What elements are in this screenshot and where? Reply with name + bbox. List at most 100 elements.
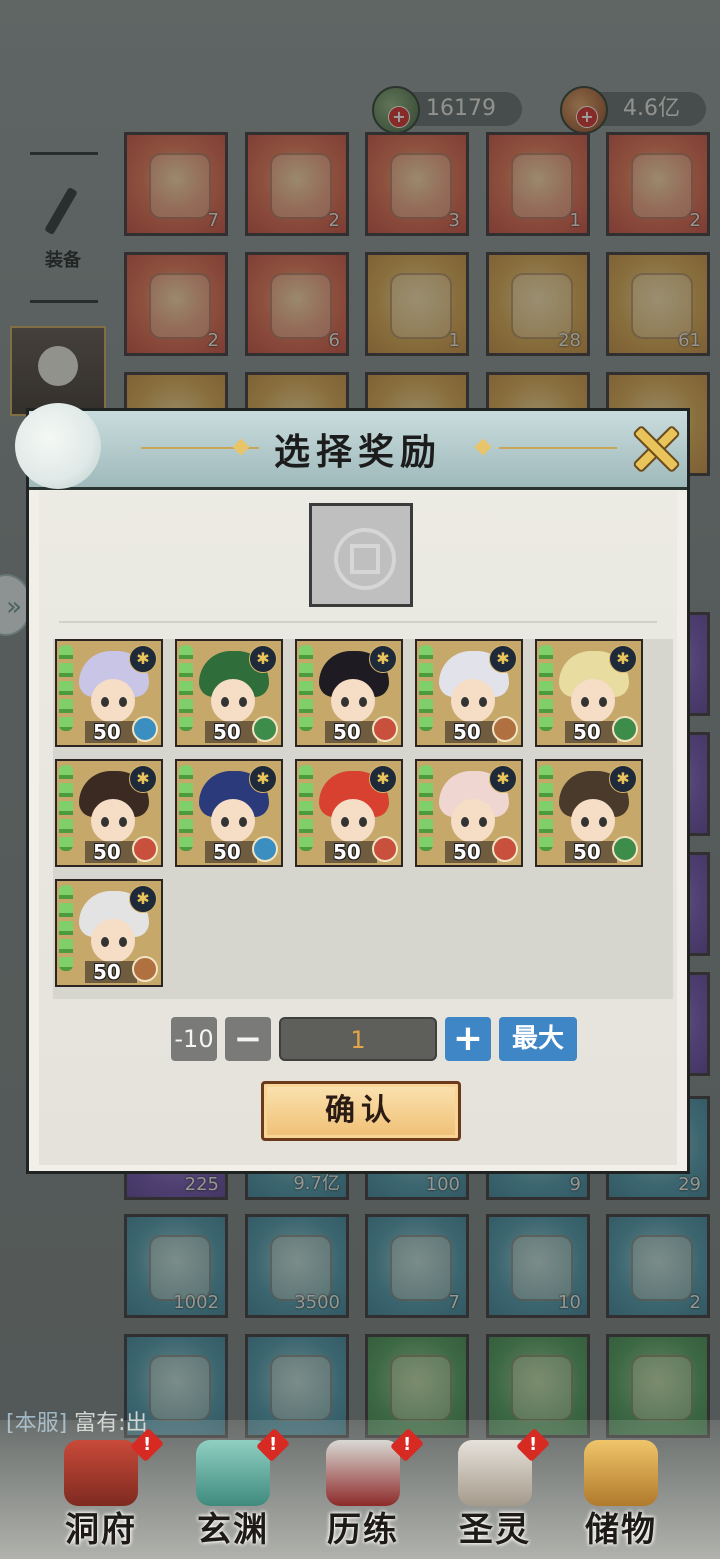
hero-eye: [341, 697, 349, 707]
fragment-icon: ✱: [609, 765, 637, 793]
quantity-input[interactable]: 1: [279, 1017, 437, 1061]
hero-option-card[interactable]: ✱ 50: [415, 759, 523, 867]
element-fire-icon: [372, 836, 398, 862]
selected-reward-slot: [309, 503, 413, 607]
nav-item-chuwu[interactable]: 储物: [556, 1432, 686, 1557]
element-water-icon: [252, 836, 278, 862]
leaf-rank-icon: [179, 645, 193, 731]
hero-option-card[interactable]: ✱ 50: [175, 759, 283, 867]
hero-option-card[interactable]: ✱ 50: [55, 879, 163, 987]
hero-option-card[interactable]: ✱ 50: [55, 639, 163, 747]
element-wood-icon: [612, 836, 638, 862]
nav-label: 玄渊: [197, 1510, 269, 1550]
hero-face: [211, 799, 255, 843]
element-fire-icon: [492, 836, 518, 862]
hero-eye: [461, 817, 469, 827]
bottom-navigation: ! 洞府 ! 玄渊 ! 历练 ! 圣灵 储物: [0, 1420, 720, 1559]
leaf-rank-icon: [59, 885, 73, 971]
close-button[interactable]: [629, 421, 679, 471]
hero-eye: [599, 697, 607, 707]
hero-level: 50: [93, 960, 121, 984]
element-earth-icon: [492, 716, 518, 742]
hero-eye: [221, 697, 229, 707]
reward-select-dialog: 选择奖励 ✱ 50 ✱ 50 ✱ 50 ✱ 50 ✱ 50 ✱ 50 ✱ 50 ✱ 50 ✱ 50 ✱ 50 ✱ 50 -…: [15, 403, 690, 1174]
reward-options-grid: ✱ 50 ✱ 50 ✱ 50 ✱ 50 ✱ 50 ✱ 50 ✱ 50 ✱ 50 ✱ 50 ✱ 50 ✱ 50: [53, 639, 673, 999]
hero-eye: [341, 817, 349, 827]
palace-icon: [64, 1440, 138, 1506]
fragment-icon: ✱: [489, 765, 517, 793]
dialog-title: 选择奖励: [273, 431, 442, 473]
max-button[interactable]: 最大: [499, 1017, 577, 1061]
hero-option-card[interactable]: ✱ 50: [535, 759, 643, 867]
nav-label: 储物: [585, 1510, 657, 1550]
hero-face: [91, 799, 135, 843]
minus-ten-button[interactable]: -10: [171, 1017, 217, 1061]
hero-level: 50: [93, 840, 121, 864]
leaf-rank-icon: [419, 765, 433, 851]
hero-eye: [119, 937, 127, 947]
leaf-rank-icon: [419, 645, 433, 731]
hero-face: [571, 799, 615, 843]
hero-eye: [239, 697, 247, 707]
plus-button[interactable]: +: [445, 1017, 491, 1061]
nav-item-xuanyuan[interactable]: ! 玄渊: [168, 1428, 298, 1557]
leaf-rank-icon: [539, 645, 553, 731]
hero-face: [451, 679, 495, 723]
sword-icon: [326, 1440, 400, 1506]
hero-face: [451, 799, 495, 843]
hero-eye: [101, 817, 109, 827]
hero-face: [211, 679, 255, 723]
hero-option-card[interactable]: ✱ 50: [535, 639, 643, 747]
hero-eye: [479, 697, 487, 707]
hero-eye: [359, 697, 367, 707]
leaf-rank-icon: [299, 645, 313, 731]
nav-label: 圣灵: [459, 1510, 531, 1550]
hero-option-card[interactable]: ✱ 50: [175, 639, 283, 747]
leaf-rank-icon: [539, 765, 553, 851]
confirm-button[interactable]: 确认: [261, 1081, 461, 1141]
nav-label: 洞府: [65, 1510, 137, 1550]
hero-option-card[interactable]: ✱ 50: [295, 759, 403, 867]
fragment-icon: ✱: [489, 645, 517, 673]
leaf-rank-icon: [299, 765, 313, 851]
hero-level: 50: [333, 720, 361, 744]
hero-face: [91, 919, 135, 963]
hero-option-card[interactable]: ✱ 50: [295, 639, 403, 747]
hero-eye: [101, 697, 109, 707]
hero-face: [331, 679, 375, 723]
leaf-rank-icon: [179, 765, 193, 851]
element-fire-icon: [132, 836, 158, 862]
hero-level: 50: [453, 720, 481, 744]
hero-level: 50: [213, 720, 241, 744]
minus-button[interactable]: −: [225, 1017, 271, 1061]
fragment-icon: ✱: [249, 645, 277, 673]
element-wood-icon: [252, 716, 278, 742]
dialog-body: ✱ 50 ✱ 50 ✱ 50 ✱ 50 ✱ 50 ✱ 50 ✱ 50 ✱ 50 ✱ 50 ✱ 50 ✱ 50 -10 − …: [39, 491, 677, 1165]
fragment-icon: ✱: [129, 885, 157, 913]
leaf-rank-icon: [59, 765, 73, 851]
element-water-icon: [132, 716, 158, 742]
nav-label: 历练: [327, 1510, 399, 1550]
nav-item-shengling[interactable]: ! 圣灵: [430, 1428, 560, 1557]
dialog-header: 选择奖励: [15, 403, 687, 490]
fragment-icon: ✱: [129, 765, 157, 793]
hero-eye: [599, 817, 607, 827]
fragment-icon: ✱: [369, 645, 397, 673]
hero-option-card[interactable]: ✱ 50: [55, 759, 163, 867]
hero-eye: [119, 817, 127, 827]
hero-eye: [461, 697, 469, 707]
hero-level: 50: [453, 840, 481, 864]
hero-face: [571, 679, 615, 723]
hero-eye: [581, 697, 589, 707]
empty-seal-icon: [334, 528, 396, 590]
nav-item-lilian[interactable]: ! 历练: [298, 1428, 428, 1557]
hero-eye: [359, 817, 367, 827]
hero-level: 50: [333, 840, 361, 864]
nav-item-dongfu[interactable]: ! 洞府: [36, 1428, 166, 1557]
hero-option-card[interactable]: ✱ 50: [415, 639, 523, 747]
hero-eye: [221, 817, 229, 827]
hero-level: 50: [573, 720, 601, 744]
hero-eye: [239, 817, 247, 827]
fragment-icon: ✱: [369, 765, 397, 793]
hero-level: 50: [93, 720, 121, 744]
